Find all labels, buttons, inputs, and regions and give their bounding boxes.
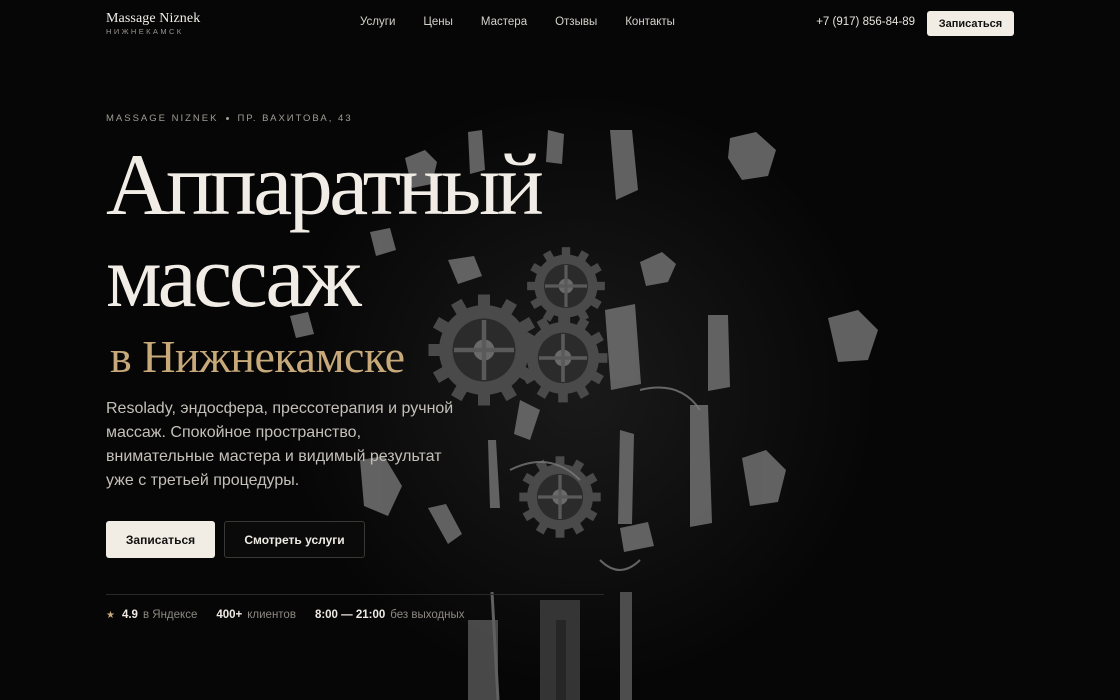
stat-value: 4.9: [121, 609, 138, 621]
hero-title-line1: Аппаратный: [106, 137, 544, 234]
hero-title: Аппаратный массаж: [106, 137, 544, 326]
stat-label: клиентов: [247, 609, 296, 621]
separator-dot: [226, 117, 230, 120]
brand-city: НИЖНЕКАМСК: [106, 27, 184, 36]
hero-title-line2: массаж: [106, 229, 362, 326]
hero-eyebrow: MASSAGE NIZNEK ПР. ВАХИТОВА, 43: [106, 113, 353, 124]
nav-item-reviews[interactable]: Отзывы: [555, 16, 597, 28]
stat-label: без выходных: [390, 609, 465, 621]
stat-value: 8:00 — 21:00: [314, 609, 386, 621]
stats-divider: [106, 594, 604, 595]
page: Massage Niznek НИЖНЕКАМСК Услуги Цены Ма…: [0, 0, 1120, 700]
brand-name: Massage Niznek: [106, 11, 201, 26]
phone-link[interactable]: +7 (917) 856-84-89: [816, 16, 915, 28]
view-services-button[interactable]: Смотреть услуги: [224, 521, 365, 558]
stat-value: 400+: [216, 609, 243, 621]
nav-item-contacts[interactable]: Контакты: [625, 16, 675, 28]
main-nav: Услуги Цены Мастера Отзывы Контакты: [360, 16, 675, 28]
stat-rating: ★ 4.9 в Яндексе: [106, 609, 197, 621]
stat-hours: 8:00 — 21:00 без выходных: [315, 609, 465, 621]
stat-clients: 400+ клиентов: [216, 609, 296, 621]
book-button[interactable]: Записаться: [106, 521, 215, 558]
hero-description: Resolady, эндосфера, прессотерапия и руч…: [106, 400, 454, 489]
hero-stats: ★ 4.9 в Яндексе 400+ клиентов 8:00 — 21:…: [106, 609, 465, 621]
nav-item-masters[interactable]: Мастера: [481, 16, 527, 28]
brand-logo[interactable]: Massage Niznek НИЖНЕКАМСК: [106, 11, 200, 36]
eyebrow-address: ПР. ВАХИТОВА, 43: [237, 113, 353, 124]
hero-title-city: в Нижнекамске: [110, 331, 405, 382]
site-header: Massage Niznek НИЖНЕКАМСК Услуги Цены Ма…: [0, 0, 1120, 46]
nav-item-prices[interactable]: Цены: [423, 16, 453, 28]
header-book-button[interactable]: Записаться: [927, 11, 1014, 36]
nav-item-services[interactable]: Услуги: [360, 16, 395, 28]
stat-label: в Яндексе: [142, 609, 198, 621]
eyebrow-brand: MASSAGE NIZNEK: [106, 113, 219, 124]
star-icon: ★: [106, 609, 115, 621]
